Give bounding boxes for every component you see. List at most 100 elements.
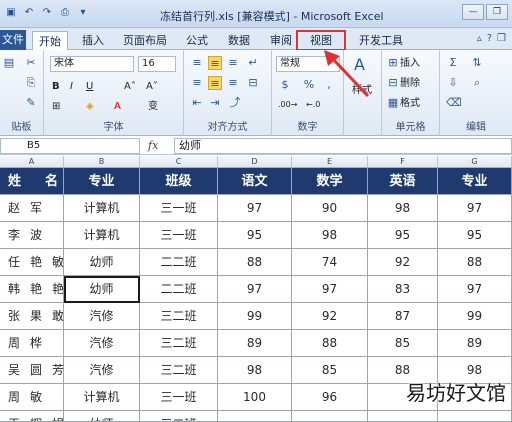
table-header-cell[interactable]: 英语	[368, 168, 438, 195]
table-cell[interactable]: 任艳敏	[0, 249, 64, 276]
table-cell[interactable]: 三二班	[140, 303, 218, 330]
table-cell[interactable]: 幼师	[64, 411, 140, 422]
help-icon[interactable]: ?	[487, 33, 492, 44]
table-cell[interactable]: 85	[292, 357, 368, 384]
table-cell[interactable]: 三二班	[140, 411, 218, 422]
column-header-e[interactable]: E	[292, 156, 368, 168]
table-cell[interactable]: 97	[218, 195, 292, 222]
table-cell[interactable]	[368, 411, 438, 422]
percent-icon[interactable]: %	[302, 78, 316, 93]
column-header-d[interactable]: D	[218, 156, 292, 168]
merge-center-icon[interactable]: ⊟	[246, 76, 260, 91]
tab-file[interactable]: 文件	[0, 30, 26, 50]
wrap-text-icon[interactable]: ↵	[246, 56, 260, 71]
bold-icon[interactable]: B	[52, 80, 60, 94]
fx-icon[interactable]: fx	[148, 138, 170, 154]
align-top-icon[interactable]: ≡	[190, 56, 204, 71]
fill-icon[interactable]: ⇩	[446, 76, 460, 91]
customize-icon[interactable]: ▾	[76, 6, 90, 20]
sort-filter-icon[interactable]: ⇅	[470, 56, 484, 71]
redo-icon[interactable]: ↷	[40, 6, 54, 20]
font-name-select[interactable]: 宋体	[50, 56, 134, 72]
table-cell[interactable]: 三二班	[140, 330, 218, 357]
table-cell[interactable]: 97	[438, 276, 512, 303]
decrease-decimal-icon[interactable]: ←.0	[306, 98, 320, 112]
table-cell[interactable]: 92	[368, 249, 438, 276]
increase-decimal-icon[interactable]: .00→	[278, 98, 297, 112]
table-cell[interactable]: 89	[438, 330, 512, 357]
table-cell[interactable]: 三一班	[140, 195, 218, 222]
table-cell[interactable]: 83	[368, 276, 438, 303]
delete-cells-button[interactable]: ⊟ 删除	[386, 76, 420, 91]
table-cell[interactable]: 幼师	[64, 249, 140, 276]
table-cell[interactable]: 汽修	[64, 357, 140, 384]
table-cell[interactable]: 汽修	[64, 330, 140, 357]
table-cell[interactable]: 计算机	[64, 195, 140, 222]
increase-indent-icon[interactable]: ⇥	[208, 96, 222, 111]
table-cell[interactable]: 三二班	[140, 357, 218, 384]
table-cell[interactable]: 95	[218, 222, 292, 249]
table-cell[interactable]: 90	[292, 195, 368, 222]
table-cell[interactable]: 99	[218, 303, 292, 330]
table-cell[interactable]: 周敏	[0, 384, 64, 411]
table-cell[interactable]: 98	[218, 357, 292, 384]
column-header-g[interactable]: G	[438, 156, 512, 168]
align-bottom-icon[interactable]: ≡	[226, 56, 240, 71]
table-cell[interactable]	[292, 411, 368, 422]
save-icon[interactable]: ▣	[4, 6, 18, 20]
table-cell[interactable]: 计算机	[64, 222, 140, 249]
table-cell[interactable]: 88	[438, 249, 512, 276]
table-cell[interactable]	[438, 411, 512, 422]
tab-formulas[interactable]: 公式	[180, 31, 214, 50]
table-header-cell[interactable]: 专业	[64, 168, 140, 195]
formula-input[interactable]: 幼师	[174, 138, 512, 154]
align-middle-icon[interactable]: ≡	[208, 56, 222, 72]
table-cell[interactable]: 98	[368, 195, 438, 222]
table-cell[interactable]: 85	[368, 330, 438, 357]
find-select-icon[interactable]: ⌕	[470, 76, 484, 91]
table-cell[interactable]: 95	[368, 222, 438, 249]
column-header-c[interactable]: C	[140, 156, 218, 168]
tab-review[interactable]: 审阅	[264, 31, 298, 50]
italic-icon[interactable]: I	[70, 80, 73, 94]
fill-color-icon[interactable]: ◈	[86, 100, 94, 114]
table-cell[interactable]: 100	[218, 384, 292, 411]
column-header-f[interactable]: F	[368, 156, 438, 168]
table-cell[interactable]: 92	[292, 303, 368, 330]
tab-data[interactable]: 数据	[222, 31, 256, 50]
align-right-icon[interactable]: ≡	[226, 76, 240, 91]
font-color-icon[interactable]: A	[114, 100, 121, 114]
table-cell[interactable]: 87	[368, 303, 438, 330]
undo-icon[interactable]: ↶	[22, 6, 36, 20]
minimize-ribbon-icon[interactable]: ▵	[477, 33, 482, 44]
table-cell[interactable]: 97	[218, 276, 292, 303]
insert-cells-button[interactable]: ⊞ 插入	[386, 56, 420, 71]
tab-home[interactable]: 开始	[32, 31, 68, 51]
align-left-icon[interactable]: ≡	[190, 76, 204, 91]
table-cell[interactable]: 88	[292, 330, 368, 357]
restore-icon[interactable]: ❐	[486, 4, 508, 20]
format-cells-button[interactable]: ▦ 格式	[386, 96, 420, 111]
table-cell[interactable]: 97	[438, 195, 512, 222]
table-cell[interactable]: 88	[218, 249, 292, 276]
decrease-indent-icon[interactable]: ⇤	[190, 96, 204, 111]
autosum-icon[interactable]: Σ	[446, 56, 460, 71]
table-cell[interactable]: 89	[218, 330, 292, 357]
table-cell[interactable]: 韩艳艳	[0, 276, 64, 303]
font-size-select[interactable]: 16	[138, 56, 176, 72]
clear-icon[interactable]: ⌫	[446, 96, 462, 111]
table-cell[interactable]: 二二班	[140, 249, 218, 276]
table-header-cell[interactable]: 姓名	[0, 168, 64, 195]
table-header-cell[interactable]: 数学	[292, 168, 368, 195]
table-cell[interactable]: 周桦	[0, 330, 64, 357]
tab-page-layout[interactable]: 页面布局	[118, 31, 172, 50]
table-cell[interactable]: 96	[292, 384, 368, 411]
table-cell[interactable]: 王辉娟	[0, 411, 64, 422]
table-cell[interactable]: 97	[292, 276, 368, 303]
shrink-font-icon[interactable]: A˅	[146, 80, 158, 94]
table-cell[interactable]: 三一班	[140, 384, 218, 411]
align-center-icon[interactable]: ≡	[208, 76, 222, 92]
table-cell[interactable]: 张果敢	[0, 303, 64, 330]
table-cell[interactable]: 二二班	[140, 276, 218, 303]
column-header-a[interactable]: A	[0, 156, 64, 168]
